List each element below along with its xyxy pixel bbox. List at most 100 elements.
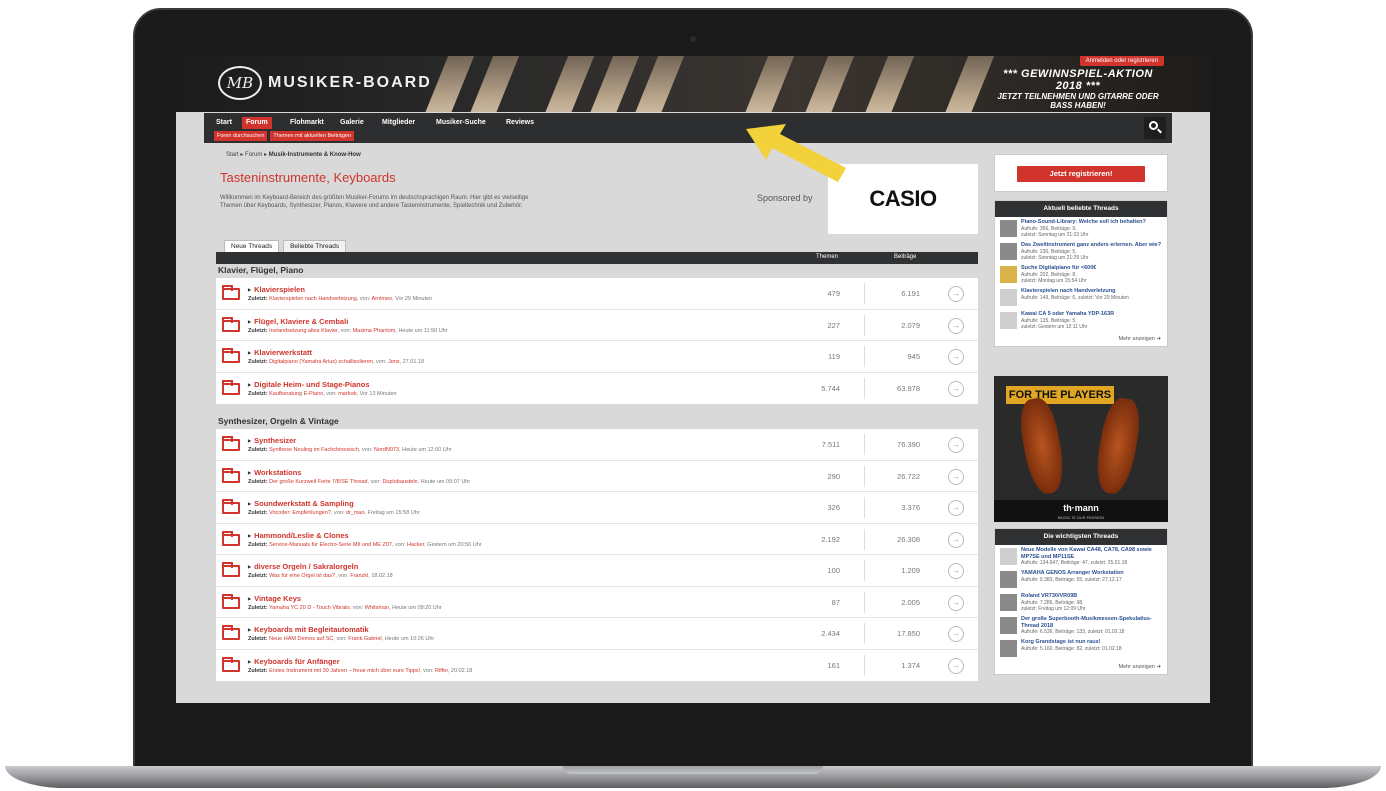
list-item[interactable]: YAMAHA GENOS Arranger Workstation Aufrufe… <box>995 568 1167 591</box>
forum-row[interactable]: Flügel, Klaviere & CembaliZuletzt: Insta… <box>216 310 978 341</box>
forum-title[interactable]: Workstations <box>248 468 301 477</box>
arrow-right-icon[interactable]: → <box>948 437 964 453</box>
forum-row[interactable]: Soundwerkstatt & Sampling Zuletzt: Vocode… <box>216 492 978 524</box>
forum-row[interactable]: Vintage KeysZuletzt: Yamaha YC 20 D - To… <box>216 587 978 618</box>
forum-title[interactable]: Digitale Heim- und Stage-Pianos <box>248 380 369 389</box>
show-more-link[interactable]: Mehr anzeigen ➜ <box>995 660 1167 674</box>
last-post: Zuletzt: Synthese Neuling im Fachchinesi… <box>248 447 452 453</box>
category-title[interactable]: Klavier, Flügel, Piano <box>218 265 304 275</box>
folder-icon <box>222 348 240 363</box>
piano-key <box>739 56 799 112</box>
register-button[interactable]: Jetzt registrieren! <box>1017 166 1145 182</box>
tab-new-threads[interactable]: Neue Threads <box>224 240 280 252</box>
violin-image <box>1091 395 1145 497</box>
breadcrumb-forum[interactable]: Forum <box>245 152 262 158</box>
category-title[interactable]: Synthesizer, Orgeln & Vintage <box>218 416 339 426</box>
forum-title[interactable]: Synthesizer <box>248 436 296 445</box>
col-beitraege: Beiträge <box>894 254 917 260</box>
forum-row[interactable]: Klavierwerkstatt Zuletzt: Digitalpiano (Y… <box>216 341 978 373</box>
last-post: Zuletzt: Yamaha YC 20 D - Touch Vibrato,… <box>248 604 442 611</box>
ad-brand: th·mann MUSIC IS OUR PASSION <box>994 500 1168 522</box>
breadcrumb-current[interactable]: Musik-Instrumente & Know-How <box>269 152 361 158</box>
arrow-right-icon[interactable]: → <box>948 594 964 611</box>
themen-count: 326 <box>827 503 840 512</box>
forum-title[interactable]: Flügel, Klaviere & Cembali <box>248 317 348 326</box>
piano-key <box>629 56 689 112</box>
subnav-recent-threads[interactable]: Themen mit aktuellen Beiträgen <box>270 131 355 141</box>
arrow-right-icon[interactable]: → <box>948 286 964 302</box>
forum-list: Synthesizer Zuletzt: Synthese Neuling im … <box>216 429 978 681</box>
arrow-right-icon[interactable]: → <box>948 349 964 365</box>
nav-item-mitglieder[interactable]: Mitglieder <box>378 117 419 129</box>
list-item[interactable]: Roland VR730/VR09B Aufrufe: 7.286, Beiträ… <box>995 591 1167 614</box>
promo-line2: JETZT TEILNEHMEN UND GITARRE ODER BASS H… <box>997 92 1159 110</box>
site-logo[interactable]: MB MUSIKER-BOARD <box>218 66 432 100</box>
list-item[interactable]: Kawai CA 5 oder Yamaha YDP-163R Aufrufe: … <box>995 309 1167 332</box>
promo-line1: *** GEWINNSPIEL-AKTION 2018 *** <box>1003 68 1153 92</box>
posts-count: 26.722 <box>897 471 920 481</box>
forum-title[interactable]: Keyboards mit Begleitautomatik <box>248 625 369 634</box>
last-post: Zuletzt: Digitalpiano (Yamaha Arius) sch… <box>248 359 425 365</box>
forum-row[interactable]: Synthesizer Zuletzt: Synthese Neuling im … <box>216 429 978 461</box>
tab-popular-threads[interactable]: Beliebte Threads <box>283 240 347 252</box>
folder-icon <box>222 593 240 609</box>
list-item[interactable]: Klavierspielen nach Handverletzung Aufruf… <box>995 286 1167 309</box>
folder-icon <box>222 530 240 546</box>
forum-title[interactable]: Keyboards für Anfänger <box>248 657 340 666</box>
thread-thumbnail <box>1000 617 1017 634</box>
list-item[interactable]: Der große Superbooth-Musikmessen-Spekula… <box>995 614 1167 637</box>
list-item[interactable]: Neue Modelle von Kawai CA48, CA78, CA98 … <box>995 545 1167 568</box>
avatar-placeholder-icon <box>1000 312 1017 329</box>
forum-row[interactable]: Digitale Heim- und Stage-PianosZuletzt: … <box>216 373 978 405</box>
nav-item-musiker-suche[interactable]: Musiker-Suche <box>432 117 490 129</box>
arrow-right-icon[interactable]: → <box>948 626 964 642</box>
register-box: Jetzt registrieren! <box>994 154 1168 192</box>
forum-title[interactable]: Klavierspielen <box>248 285 305 294</box>
nav-item-reviews[interactable]: Reviews <box>502 117 538 129</box>
themen-count: 87 <box>831 597 840 607</box>
login-register-link[interactable]: Anmelden oder registrieren <box>1079 56 1164 66</box>
nav-item-flohmarkt[interactable]: Flohmarkt <box>286 117 328 129</box>
arrow-right-icon[interactable]: → <box>948 468 964 485</box>
search-button[interactable] <box>1144 117 1166 139</box>
list-item[interactable]: Korg Grandstage ist nun raus! Aufrufe: 5.… <box>995 637 1167 660</box>
list-item[interactable]: Piano-Sound-Library: Welche soll ich beh… <box>995 217 1167 240</box>
themen-count: 2.434 <box>821 629 840 638</box>
thread-thumbnail <box>1000 594 1017 611</box>
thread-thumbnail <box>1000 640 1017 657</box>
promo-banner[interactable]: *** GEWINNSPIEL-AKTION 2018 *** JETZT TE… <box>992 68 1164 110</box>
forum-title[interactable]: Hammond/Leslie & Clones <box>248 531 349 540</box>
show-more-link[interactable]: Mehr anzeigen ➜ <box>995 332 1167 346</box>
forum-row[interactable]: diverse Orgeln / Sakralorgeln Zuletzt: Wa… <box>216 555 978 587</box>
arrow-right-icon[interactable]: → <box>948 563 964 579</box>
arrow-right-icon[interactable]: → <box>948 380 964 397</box>
forum-row[interactable]: WorkstationsZuletzt: Der große Kurzweil … <box>216 461 978 492</box>
sub-nav: Foren durchsuchen Themen mit aktuellen B… <box>214 131 355 141</box>
advertisement[interactable]: FOR THE PLAYERS th·mann MUSIC IS OUR PASS… <box>994 376 1168 522</box>
arrow-right-icon[interactable]: → <box>948 317 964 334</box>
folder-icon <box>222 467 240 483</box>
forum-row[interactable]: Keyboards mit Begleitautomatik Zuletzt: N… <box>216 618 978 650</box>
arrow-right-icon[interactable]: → <box>948 531 964 548</box>
forum-title[interactable]: diverse Orgeln / Sakralorgeln <box>248 562 358 571</box>
forum-title[interactable]: Klavierwerkstatt <box>248 348 312 357</box>
breadcrumb-start[interactable]: Start <box>226 152 239 158</box>
important-threads-title: Die wichtigsten Threads <box>995 529 1167 545</box>
nav-item-galerie[interactable]: Galerie <box>336 117 368 129</box>
list-item[interactable]: Das Zweitinstrument ganz anders erlernen… <box>995 240 1167 263</box>
forum-row[interactable]: Klavierspielen Zuletzt: Klavierspielen na… <box>216 278 978 310</box>
nav-item-forum[interactable]: Forum <box>242 117 272 129</box>
forum-row[interactable]: Hammond/Leslie & ClonesZuletzt: Service-… <box>216 524 978 555</box>
nav-item-start[interactable]: Start <box>212 117 236 129</box>
forum-title[interactable]: Vintage Keys <box>248 594 301 603</box>
arrow-right-icon[interactable]: → <box>948 500 964 516</box>
forum-title[interactable]: Soundwerkstatt & Sampling <box>248 499 354 508</box>
logo-mark: MB <box>218 66 262 100</box>
last-post: Zuletzt: Erstes Instrument mit 30 Jahren… <box>248 667 473 674</box>
posts-count: 1.209 <box>901 566 920 575</box>
arrow-right-icon[interactable]: → <box>948 657 964 674</box>
forum-row[interactable]: Keyboards für AnfängerZuletzt: Erstes In… <box>216 650 978 682</box>
subnav-search-forums[interactable]: Foren durchsuchen <box>214 131 268 141</box>
list-item[interactable]: Suche Digitalpiano für <600€ Aufrufe: 202… <box>995 263 1167 286</box>
folder-icon <box>222 625 240 640</box>
